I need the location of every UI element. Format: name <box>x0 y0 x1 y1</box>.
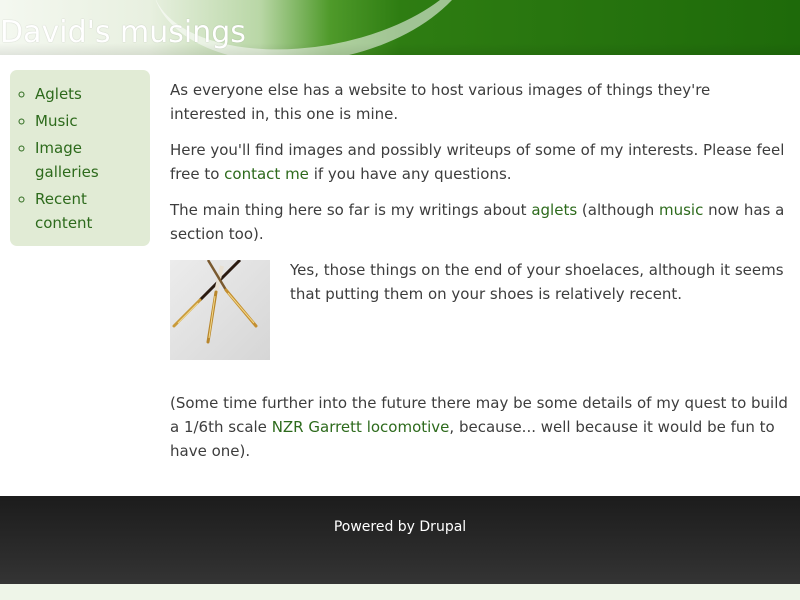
aglets-description: Yes, those things on the end of your sho… <box>290 261 784 303</box>
site-name[interactable]: David's musings <box>0 13 246 53</box>
sidebar-item-image-galleries: Image galleries <box>35 136 144 184</box>
sidebar-link-music[interactable]: Music <box>35 112 78 130</box>
bottom-strip <box>0 584 800 600</box>
sidebar-link-aglets[interactable]: Aglets <box>35 85 82 103</box>
music-link[interactable]: music <box>659 201 703 219</box>
aglets-photo-icon <box>170 260 270 360</box>
nav-list: Aglets Music Image galleries Recent cont… <box>10 82 144 235</box>
intro-paragraph: As everyone else has a website to host v… <box>170 81 711 123</box>
aglets-thumbnail-image[interactable] <box>170 260 270 360</box>
main-thing-paragraph: The main thing here so far is my writing… <box>170 201 785 243</box>
sidebar-link-recent-content[interactable]: Recent content <box>35 190 92 232</box>
aglets-link[interactable]: aglets <box>531 201 577 219</box>
aglets-feature: Yes, those things on the end of your sho… <box>170 258 788 391</box>
main-content: As everyone else has a website to host v… <box>170 78 788 475</box>
sidebar-item-aglets: Aglets <box>35 82 144 106</box>
interests-paragraph: Here you'll find images and possibly wri… <box>170 141 785 183</box>
sidebar-navigation: Aglets Music Image galleries Recent cont… <box>10 70 150 246</box>
garrett-paragraph: (Some time further into the future there… <box>170 394 788 460</box>
page-body: Aglets Music Image galleries Recent cont… <box>0 55 800 496</box>
sidebar-link-image-galleries[interactable]: Image galleries <box>35 139 99 181</box>
powered-by-drupal[interactable]: Powered by Drupal <box>334 519 466 535</box>
contact-me-link[interactable]: contact me <box>224 165 309 183</box>
sidebar-item-recent-content: Recent content <box>35 187 144 235</box>
nzr-garrett-link[interactable]: NZR Garrett locomotive <box>272 418 450 436</box>
site-footer: Powered by Drupal <box>0 496 800 584</box>
site-header: David's musings <box>0 0 800 55</box>
sidebar-item-music: Music <box>35 109 144 133</box>
